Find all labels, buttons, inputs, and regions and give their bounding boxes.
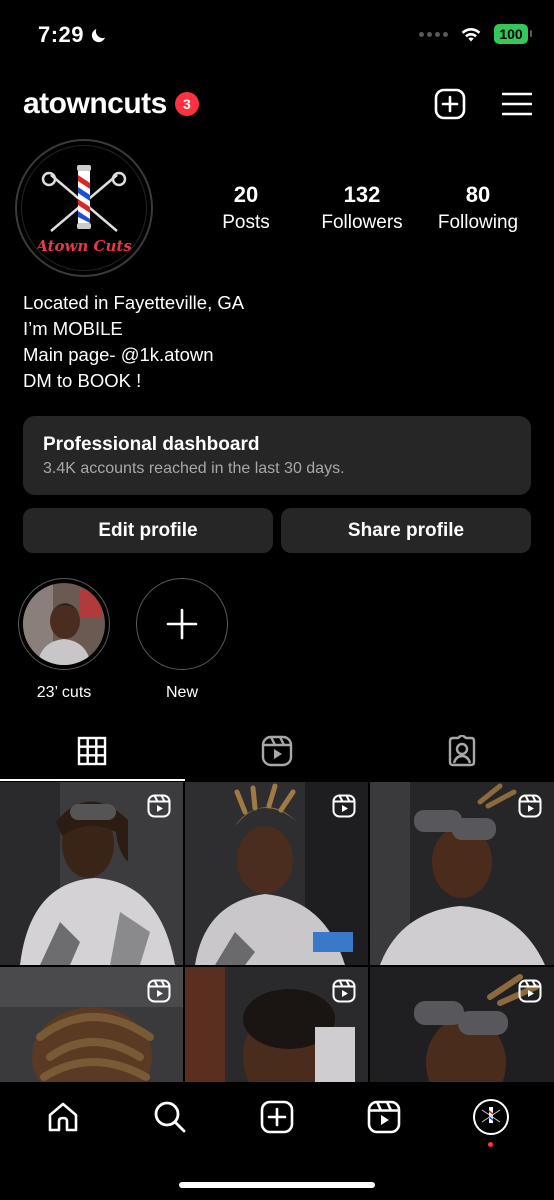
notification-badge[interactable]: 3 — [174, 92, 199, 116]
moon-icon — [91, 29, 106, 43]
profile-bio: Located in Fayetteville, GA I’m MOBILE M… — [23, 290, 244, 394]
highlight-cover-image — [23, 583, 105, 665]
professional-dashboard[interactable]: Professional dashboard 3.4K accounts rea… — [23, 416, 531, 495]
tab-tagged[interactable] — [369, 722, 554, 780]
status-bar: 7:29 100 — [0, 0, 554, 70]
reel-icon — [332, 794, 356, 818]
home-icon — [49, 1102, 78, 1132]
new-highlight-button[interactable]: New — [136, 578, 228, 702]
stat-posts-count: 20 — [233, 182, 259, 207]
stat-posts[interactable]: 20 Posts — [190, 182, 302, 234]
reel-icon — [518, 794, 542, 818]
tab-posts-grid[interactable] — [0, 722, 185, 781]
posts-grid — [0, 782, 554, 1082]
bio-line: Located in Fayetteville, GA — [23, 292, 245, 313]
edit-profile-button[interactable]: Edit profile — [23, 508, 273, 553]
home-indicator — [179, 1182, 375, 1188]
profile-avatar[interactable]: Atown Cuts — [15, 139, 153, 277]
reels-icon — [367, 1100, 401, 1134]
nav-create[interactable] — [247, 1099, 307, 1135]
post-thumbnail[interactable] — [370, 782, 554, 965]
tagged-icon — [448, 735, 475, 767]
status-time: 7:29 — [38, 22, 108, 48]
share-profile-button[interactable]: Share profile — [281, 508, 531, 553]
notification-dot — [488, 1142, 494, 1147]
bio-line: I’m MOBILE — [23, 318, 123, 339]
highlight-label: 23’ cuts — [36, 684, 92, 701]
avatar-logo-text: Atown Cuts — [34, 237, 132, 255]
profile-stats: 20 Posts 132 Followers 80 Following — [190, 182, 534, 234]
menu-icon[interactable] — [502, 91, 532, 117]
profile-action-buttons: Edit profile Share profile — [23, 508, 531, 553]
post-thumbnail[interactable] — [185, 782, 368, 965]
highlight-label: New — [165, 684, 198, 701]
grid-icon — [78, 736, 107, 766]
stat-followers-label: Followers — [321, 212, 403, 233]
nav-reels[interactable] — [354, 1099, 414, 1135]
bottom-navigation — [0, 1082, 554, 1200]
stat-following[interactable]: 80 Following — [422, 182, 534, 234]
reel-icon — [518, 979, 542, 1003]
create-icon — [260, 1100, 294, 1134]
bio-line[interactable]: Main page- @1k.atown — [23, 342, 244, 368]
profile-tabs — [0, 722, 554, 781]
post-thumbnail[interactable] — [0, 782, 183, 965]
tab-reels[interactable] — [185, 722, 370, 780]
new-highlight-ring — [136, 578, 228, 670]
dashboard-subtitle: 3.4K accounts reached in the last 30 day… — [43, 460, 345, 477]
battery-indicator: 100 — [494, 24, 532, 44]
wifi-icon — [461, 28, 481, 42]
post-thumbnail[interactable] — [370, 967, 554, 1082]
username[interactable]: atowncuts — [23, 87, 167, 121]
stat-following-label: Following — [437, 212, 519, 233]
search-icon — [154, 1101, 186, 1133]
post-thumbnail[interactable] — [0, 967, 183, 1082]
post-thumbnail[interactable] — [185, 967, 368, 1082]
stat-followers-count: 132 — [343, 182, 381, 207]
profile-header: atowncuts 3 — [23, 82, 532, 126]
avatar-logo: Atown Cuts — [21, 145, 147, 271]
barber-pole-logo: Atown Cuts — [34, 165, 132, 255]
reels-icon — [261, 735, 293, 767]
dashboard-title: Professional dashboard — [43, 434, 260, 455]
create-post-icon[interactable] — [434, 88, 466, 120]
nav-home[interactable] — [33, 1099, 93, 1135]
time-text: 7:29 — [38, 22, 85, 47]
profile-avatar-small — [472, 1099, 509, 1135]
highlight-cover-ring — [18, 578, 110, 670]
highlight-item[interactable]: 23’ cuts — [18, 578, 110, 702]
stat-posts-label: Posts — [222, 212, 270, 233]
nav-search[interactable] — [140, 1099, 200, 1135]
stat-following-count: 80 — [465, 182, 491, 207]
status-right: 100 — [419, 24, 532, 44]
reel-icon — [147, 979, 171, 1003]
stat-followers[interactable]: 132 Followers — [306, 182, 418, 234]
story-highlights: 23’ cuts New — [18, 578, 228, 702]
bio-line: DM to BOOK ! — [23, 370, 142, 391]
reel-icon — [332, 979, 356, 1003]
signal-icon — [419, 31, 448, 37]
nav-profile[interactable] — [461, 1099, 521, 1147]
reel-icon — [147, 794, 171, 818]
plus-icon — [166, 608, 198, 640]
